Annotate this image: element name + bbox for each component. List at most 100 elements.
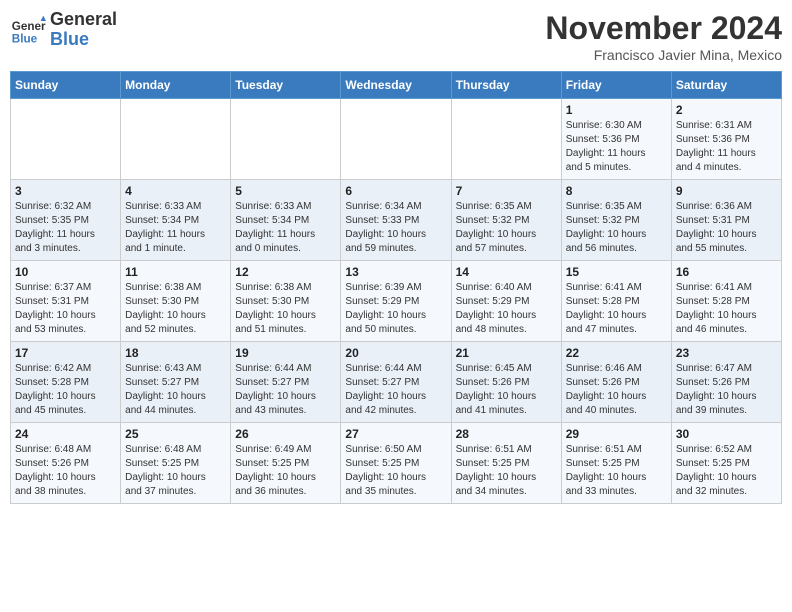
day-number: 3: [15, 184, 116, 198]
day-number: 23: [676, 346, 777, 360]
calendar-cell: 24 Sunrise: 6:48 AM Sunset: 5:26 PM Dayli…: [11, 423, 121, 504]
day-number: 14: [456, 265, 557, 279]
day-info: Sunrise: 6:30 AM Sunset: 5:36 PM Dayligh…: [566, 119, 667, 175]
day-info: Sunrise: 6:45 AM Sunset: 5:26 PM Dayligh…: [456, 362, 557, 418]
week-row-3: 10 Sunrise: 6:37 AM Sunset: 5:31 PM Dayli…: [11, 261, 782, 342]
day-header-tuesday: Tuesday: [231, 72, 341, 99]
calendar-cell: [451, 99, 561, 180]
day-info: Sunrise: 6:47 AM Sunset: 5:26 PM Dayligh…: [676, 362, 777, 418]
day-info: Sunrise: 6:44 AM Sunset: 5:27 PM Dayligh…: [345, 362, 446, 418]
day-number: 30: [676, 427, 777, 441]
day-info: Sunrise: 6:49 AM Sunset: 5:25 PM Dayligh…: [235, 443, 336, 499]
day-number: 25: [125, 427, 226, 441]
day-header-row: SundayMondayTuesdayWednesdayThursdayFrid…: [11, 72, 782, 99]
day-number: 19: [235, 346, 336, 360]
day-number: 27: [345, 427, 446, 441]
calendar-cell: 25 Sunrise: 6:48 AM Sunset: 5:25 PM Dayli…: [121, 423, 231, 504]
calendar-cell: 16Sunrise: 6:41 AM Sunset: 5:28 PM Dayli…: [671, 261, 781, 342]
calendar-cell: 26 Sunrise: 6:49 AM Sunset: 5:25 PM Dayli…: [231, 423, 341, 504]
day-info: Sunrise: 6:40 AM Sunset: 5:29 PM Dayligh…: [456, 281, 557, 337]
day-info: Sunrise: 6:33 AM Sunset: 5:34 PM Dayligh…: [125, 200, 226, 256]
day-number: 9: [676, 184, 777, 198]
calendar-cell: 20 Sunrise: 6:44 AM Sunset: 5:27 PM Dayli…: [341, 342, 451, 423]
logo-line2: Blue: [50, 30, 117, 50]
day-info: Sunrise: 6:46 AM Sunset: 5:26 PM Dayligh…: [566, 362, 667, 418]
day-number: 7: [456, 184, 557, 198]
day-number: 11: [125, 265, 226, 279]
calendar-cell: 3 Sunrise: 6:32 AM Sunset: 5:35 PM Daylig…: [11, 180, 121, 261]
svg-text:Blue: Blue: [12, 32, 38, 45]
day-info: Sunrise: 6:44 AM Sunset: 5:27 PM Dayligh…: [235, 362, 336, 418]
day-info: Sunrise: 6:35 AM Sunset: 5:32 PM Dayligh…: [456, 200, 557, 256]
day-info: Sunrise: 6:34 AM Sunset: 5:33 PM Dayligh…: [345, 200, 446, 256]
day-info: Sunrise: 6:48 AM Sunset: 5:26 PM Dayligh…: [15, 443, 116, 499]
calendar-cell: 5 Sunrise: 6:33 AM Sunset: 5:34 PM Daylig…: [231, 180, 341, 261]
day-number: 15: [566, 265, 667, 279]
header: General Blue General Blue November 2024 …: [10, 10, 782, 63]
day-header-monday: Monday: [121, 72, 231, 99]
calendar-cell: 22 Sunrise: 6:46 AM Sunset: 5:26 PM Dayli…: [561, 342, 671, 423]
calendar-cell: 9 Sunrise: 6:36 AM Sunset: 5:31 PM Daylig…: [671, 180, 781, 261]
day-number: 6: [345, 184, 446, 198]
calendar-cell: 13Sunrise: 6:39 AM Sunset: 5:29 PM Dayli…: [341, 261, 451, 342]
day-number: 26: [235, 427, 336, 441]
svg-text:General: General: [12, 20, 46, 33]
week-row-5: 24 Sunrise: 6:48 AM Sunset: 5:26 PM Dayli…: [11, 423, 782, 504]
title-area: November 2024 Francisco Javier Mina, Mex…: [545, 10, 782, 63]
day-header-friday: Friday: [561, 72, 671, 99]
day-number: 5: [235, 184, 336, 198]
calendar-cell: 11 Sunrise: 6:38 AM Sunset: 5:30 PM Dayli…: [121, 261, 231, 342]
day-info: Sunrise: 6:41 AM Sunset: 5:28 PM Dayligh…: [566, 281, 667, 337]
day-info: Sunrise: 6:38 AM Sunset: 5:30 PM Dayligh…: [125, 281, 226, 337]
day-info: Sunrise: 6:31 AM Sunset: 5:36 PM Dayligh…: [676, 119, 777, 175]
day-number: 4: [125, 184, 226, 198]
day-number: 22: [566, 346, 667, 360]
day-info: Sunrise: 6:51 AM Sunset: 5:25 PM Dayligh…: [566, 443, 667, 499]
calendar-cell: 8 Sunrise: 6:35 AM Sunset: 5:32 PM Daylig…: [561, 180, 671, 261]
day-number: 20: [345, 346, 446, 360]
logo-text: General Blue: [50, 10, 117, 50]
calendar-cell: 30 Sunrise: 6:52 AM Sunset: 5:25 PM Dayli…: [671, 423, 781, 504]
calendar-cell: 6 Sunrise: 6:34 AM Sunset: 5:33 PM Daylig…: [341, 180, 451, 261]
calendar-cell: 29Sunrise: 6:51 AM Sunset: 5:25 PM Dayli…: [561, 423, 671, 504]
day-info: Sunrise: 6:50 AM Sunset: 5:25 PM Dayligh…: [345, 443, 446, 499]
day-info: Sunrise: 6:35 AM Sunset: 5:32 PM Dayligh…: [566, 200, 667, 256]
calendar-cell: 7 Sunrise: 6:35 AM Sunset: 5:32 PM Daylig…: [451, 180, 561, 261]
calendar-cell: 27 Sunrise: 6:50 AM Sunset: 5:25 PM Dayli…: [341, 423, 451, 504]
day-info: Sunrise: 6:52 AM Sunset: 5:25 PM Dayligh…: [676, 443, 777, 499]
day-info: Sunrise: 6:32 AM Sunset: 5:35 PM Dayligh…: [15, 200, 116, 256]
day-info: Sunrise: 6:33 AM Sunset: 5:34 PM Dayligh…: [235, 200, 336, 256]
logo: General Blue General Blue: [10, 10, 117, 50]
calendar-cell: 21 Sunrise: 6:45 AM Sunset: 5:26 PM Dayli…: [451, 342, 561, 423]
calendar: SundayMondayTuesdayWednesdayThursdayFrid…: [10, 71, 782, 504]
day-info: Sunrise: 6:48 AM Sunset: 5:25 PM Dayligh…: [125, 443, 226, 499]
day-info: Sunrise: 6:36 AM Sunset: 5:31 PM Dayligh…: [676, 200, 777, 256]
day-number: 24: [15, 427, 116, 441]
day-info: Sunrise: 6:37 AM Sunset: 5:31 PM Dayligh…: [15, 281, 116, 337]
logo-line1: General: [50, 10, 117, 30]
day-header-thursday: Thursday: [451, 72, 561, 99]
day-number: 17: [15, 346, 116, 360]
calendar-cell: [341, 99, 451, 180]
day-number: 2: [676, 103, 777, 117]
calendar-cell: [11, 99, 121, 180]
day-number: 8: [566, 184, 667, 198]
day-number: 21: [456, 346, 557, 360]
calendar-cell: 14 Sunrise: 6:40 AM Sunset: 5:29 PM Dayli…: [451, 261, 561, 342]
calendar-cell: 15 Sunrise: 6:41 AM Sunset: 5:28 PM Dayli…: [561, 261, 671, 342]
day-info: Sunrise: 6:42 AM Sunset: 5:28 PM Dayligh…: [15, 362, 116, 418]
day-number: 10: [15, 265, 116, 279]
day-header-wednesday: Wednesday: [341, 72, 451, 99]
day-info: Sunrise: 6:43 AM Sunset: 5:27 PM Dayligh…: [125, 362, 226, 418]
day-number: 12: [235, 265, 336, 279]
day-info: Sunrise: 6:51 AM Sunset: 5:25 PM Dayligh…: [456, 443, 557, 499]
calendar-cell: 23 Sunrise: 6:47 AM Sunset: 5:26 PM Dayli…: [671, 342, 781, 423]
day-info: Sunrise: 6:41 AM Sunset: 5:28 PM Dayligh…: [676, 281, 777, 337]
calendar-cell: 10 Sunrise: 6:37 AM Sunset: 5:31 PM Dayli…: [11, 261, 121, 342]
day-number: 1: [566, 103, 667, 117]
month-year: November 2024: [545, 10, 782, 47]
calendar-cell: 2 Sunrise: 6:31 AM Sunset: 5:36 PM Daylig…: [671, 99, 781, 180]
calendar-cell: 28Sunrise: 6:51 AM Sunset: 5:25 PM Dayli…: [451, 423, 561, 504]
calendar-cell: 12Sunrise: 6:38 AM Sunset: 5:30 PM Dayli…: [231, 261, 341, 342]
calendar-cell: 1 Sunrise: 6:30 AM Sunset: 5:36 PM Daylig…: [561, 99, 671, 180]
